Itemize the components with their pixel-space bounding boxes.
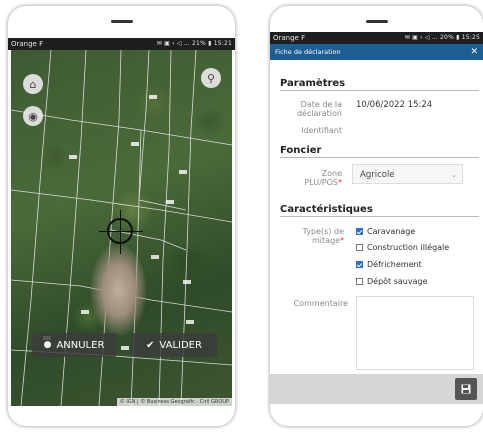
checkbox-depot-sauvage[interactable]: Dépôt sauvage — [356, 277, 428, 286]
checkbox-construction-illegale[interactable]: Construction illégale — [356, 243, 449, 252]
cancel-button[interactable]: ● ANNULER — [32, 333, 116, 357]
zone-value: Agricole — [360, 170, 395, 180]
checkbox-checked-icon — [356, 261, 363, 268]
required-mark: * — [340, 236, 344, 245]
zoom-button[interactable]: ⚲ — [201, 68, 221, 88]
date-label: Date de la déclaration — [296, 100, 342, 118]
chevron-down-icon: ⌄ — [451, 171, 457, 179]
home-icon: ⌂ — [29, 77, 37, 91]
id-label: Identifiant — [301, 126, 342, 135]
carrier-label: Orange F — [11, 40, 44, 48]
status-bar: Orange F ✉ ▣ ‹ ◁ … 20% ▮ 15:25 — [270, 32, 483, 44]
check-icon: ✔ — [146, 339, 155, 351]
checkbox-unchecked-icon — [356, 244, 363, 251]
section-caracteristiques: Caractéristiques — [280, 204, 479, 217]
status-icons: ✉ ▣ ‹ ◁ … 20% ▮ 15:25 — [404, 34, 480, 41]
phone-speaker — [110, 20, 133, 23]
date-value: 10/06/2022 15:24 — [356, 100, 433, 110]
zone-label: Zone PLU/POS* — [286, 169, 342, 187]
cancel-label: ANNULER — [56, 339, 105, 351]
required-mark: * — [338, 178, 342, 187]
zone-select[interactable]: Agricole ⌄ — [352, 164, 463, 184]
checkbox-label: Défrichement — [367, 260, 422, 269]
validate-label: VALIDER — [159, 339, 202, 351]
map-attribution: © IGN | © Business Geografic - Ciril GRO… — [116, 398, 232, 406]
save-button[interactable] — [455, 378, 477, 400]
satellite-map[interactable]: ⌂ ◉ ⚲ ● ANNULER ✔ VALIDER © IGN | © Busi… — [11, 50, 232, 406]
zone-label-text: Zone PLU/POS — [304, 169, 342, 187]
carrier-label: Orange F — [273, 34, 306, 42]
checkbox-label: Construction illégale — [367, 243, 450, 252]
cancel-icon: ● — [43, 340, 52, 350]
checkbox-checked-icon — [356, 228, 363, 235]
checkbox-label: Dépôt sauvage — [367, 277, 428, 286]
status-bar: Orange F ✉ ▣ ‹ ◁ … 21% ▮ 15:21 — [8, 38, 235, 50]
form-title: Fiche de déclaration — [275, 48, 341, 56]
types-label-text: Type(s) de mitage — [302, 227, 344, 245]
zoom-icon: ⚲ — [206, 71, 216, 85]
types-label: Type(s) de mitage* — [286, 227, 344, 245]
form-header: Fiche de déclaration ✕ — [270, 44, 483, 60]
close-icon[interactable]: ✕ — [470, 44, 478, 60]
comment-label: Commentaire — [293, 299, 348, 308]
validate-button[interactable]: ✔ VALIDER — [131, 333, 217, 357]
comment-textarea[interactable] — [356, 296, 474, 370]
section-foncier: Foncier — [280, 145, 479, 158]
checkbox-label: Caravanage — [367, 227, 416, 236]
phone-speaker — [365, 20, 388, 23]
checkbox-caravanage[interactable]: Caravanage — [356, 227, 415, 236]
section-parametres: Paramètres — [280, 78, 479, 91]
crosshair-target — [99, 210, 143, 254]
checkbox-unchecked-icon — [356, 278, 363, 285]
phone-form-screen: Orange F ✉ ▣ ‹ ◁ … 20% ▮ 15:25 Fiche de … — [270, 6, 483, 426]
form-footer — [270, 374, 483, 404]
home-button[interactable]: ⌂ — [23, 74, 43, 94]
locate-button[interactable]: ◉ — [23, 106, 43, 126]
status-icons: ✉ ▣ ‹ ◁ … 21% ▮ 15:21 — [156, 40, 232, 47]
save-icon — [461, 384, 471, 394]
checkbox-defrichement[interactable]: Défrichement — [356, 260, 422, 269]
phone-map-screen: Orange F ✉ ▣ ‹ ◁ … 21% ▮ 15:21 ⌂ ◉ ⚲ ● A… — [8, 6, 235, 426]
clearing-area — [91, 245, 146, 335]
map-marker-icon: ◉ — [28, 109, 38, 123]
